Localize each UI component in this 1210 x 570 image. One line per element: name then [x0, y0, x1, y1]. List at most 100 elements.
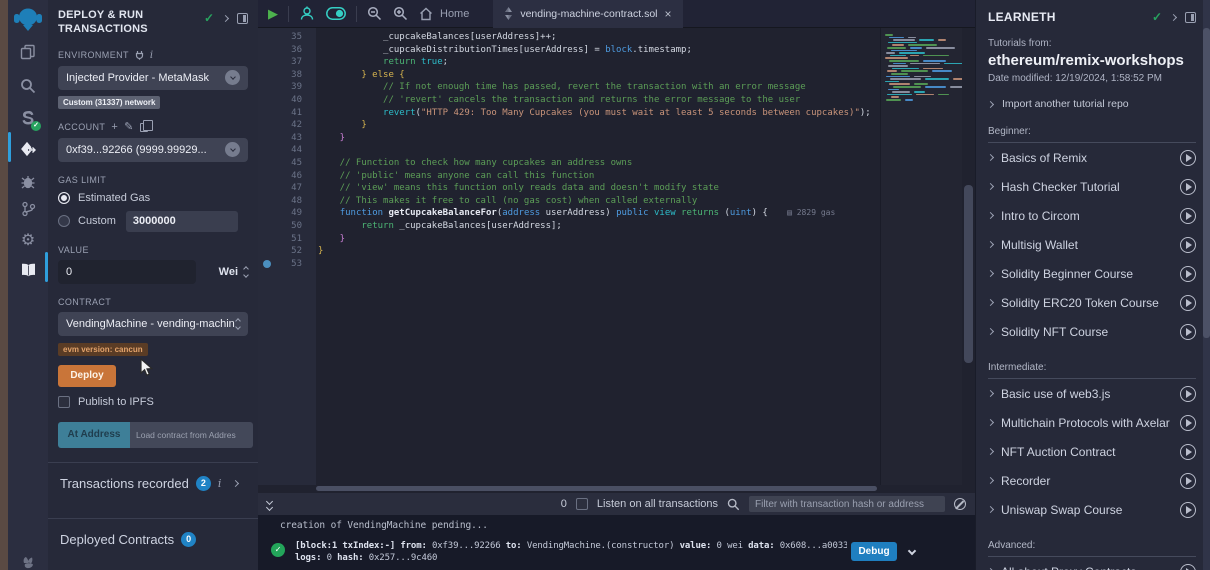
play-icon[interactable]: [1180, 295, 1196, 311]
deploy-button[interactable]: Deploy: [58, 365, 116, 387]
line-number[interactable]: 37: [258, 56, 316, 69]
custom-gas-radio[interactable]: [58, 215, 70, 227]
code-line[interactable]: // This makes it free to call (no gas co…: [318, 195, 880, 208]
expand-tx-icon[interactable]: [909, 547, 915, 557]
tutorial-item[interactable]: Recorder: [988, 466, 1196, 495]
contract-spinner-icon[interactable]: [236, 319, 240, 329]
chevron-right-icon[interactable]: [232, 479, 239, 486]
transaction-log-row[interactable]: ✓ [block:1 txIndex:-] from: 0xf39...9226…: [266, 540, 967, 564]
scrollbar-thumb[interactable]: [1203, 28, 1210, 338]
learneth-scrollbar[interactable]: [1203, 0, 1210, 570]
editor-vertical-scrollbar[interactable]: [962, 28, 975, 485]
scrollbar-thumb[interactable]: [316, 486, 877, 491]
listen-checkbox[interactable]: [576, 498, 588, 510]
tutorial-item[interactable]: Basic use of web3.js: [988, 379, 1196, 408]
debug-button[interactable]: Debug: [851, 542, 897, 561]
remix-ai-icon[interactable]: [299, 6, 315, 21]
line-number[interactable]: 44: [258, 144, 316, 157]
code-line[interactable]: [318, 258, 880, 271]
plug-icon[interactable]: [135, 50, 144, 60]
plugin-manager-icon[interactable]: ⚙: [8, 226, 48, 254]
line-number[interactable]: 39: [258, 81, 316, 94]
estimated-gas-radio[interactable]: [58, 192, 70, 204]
account-select[interactable]: 0xf39...92266 (9999.99929...: [58, 138, 248, 162]
deployed-contracts-row[interactable]: Deployed Contracts 0: [58, 519, 248, 560]
tutorial-item[interactable]: Hash Checker Tutorial: [988, 172, 1196, 201]
environment-dropdown-icon[interactable]: [225, 70, 240, 85]
clear-console-icon[interactable]: [954, 498, 966, 510]
contract-select[interactable]: VendingMachine - vending-machin: [58, 312, 248, 336]
edit-icon[interactable]: ✎: [124, 122, 134, 133]
custom-gas-input[interactable]: 3000000: [126, 211, 238, 232]
terminal-filter-input[interactable]: [749, 496, 945, 512]
line-number[interactable]: 45: [258, 157, 316, 170]
play-icon[interactable]: [1180, 237, 1196, 253]
line-number[interactable]: 51: [258, 233, 316, 246]
play-icon[interactable]: [1180, 324, 1196, 340]
terminal-output[interactable]: creation of VendingMachine pending... ✓ …: [258, 515, 975, 570]
home-label[interactable]: Home: [440, 8, 469, 20]
code-line[interactable]: }: [318, 245, 880, 258]
line-number[interactable]: 36: [258, 44, 316, 57]
info-icon[interactable]: i: [150, 50, 154, 61]
code-line[interactable]: // Function to check how many cupcakes a…: [318, 157, 880, 170]
debugger-icon[interactable]: [8, 168, 48, 196]
code-line[interactable]: // If not enough time has passed, revert…: [318, 81, 880, 94]
at-address-button[interactable]: At Address: [58, 422, 130, 448]
transactions-recorded-row[interactable]: Transactions recorded 2 i: [58, 463, 248, 504]
home-icon[interactable]: [419, 7, 433, 21]
zoom-in-icon[interactable]: [393, 6, 408, 21]
play-icon[interactable]: [1180, 444, 1196, 460]
code-line[interactable]: [318, 144, 880, 157]
line-number[interactable]: 53: [258, 258, 316, 271]
code-line[interactable]: // 'public' means anyone can call this f…: [318, 170, 880, 183]
git-icon[interactable]: [8, 195, 48, 223]
tutorial-item[interactable]: Intro to Circom: [988, 201, 1196, 230]
tutorial-item[interactable]: All about Proxy Contracts: [988, 557, 1196, 570]
publish-ipfs-checkbox[interactable]: [58, 396, 70, 408]
tutorial-item[interactable]: NFT Auction Contract: [988, 437, 1196, 466]
play-icon[interactable]: [1180, 266, 1196, 282]
chevron-right-icon[interactable]: [1170, 13, 1177, 20]
line-number[interactable]: 35: [258, 31, 316, 44]
play-icon[interactable]: [1180, 386, 1196, 402]
play-icon[interactable]: [1180, 564, 1196, 570]
environment-select[interactable]: Injected Provider - MetaMask: [58, 66, 248, 90]
search-icon[interactable]: [8, 72, 48, 100]
tutorial-item[interactable]: Multisig Wallet: [988, 230, 1196, 259]
play-icon[interactable]: [1180, 502, 1196, 518]
code-line[interactable]: // 'revert' cancels the transaction and …: [318, 94, 880, 107]
code-line[interactable]: } else {: [318, 69, 880, 82]
line-number[interactable]: 48: [258, 195, 316, 208]
account-dropdown-icon[interactable]: [225, 142, 240, 157]
line-number[interactable]: 41: [258, 107, 316, 120]
info-icon[interactable]: i: [218, 477, 222, 490]
scrollbar-thumb[interactable]: [964, 185, 973, 363]
editor-horizontal-scrollbar[interactable]: [258, 485, 975, 493]
hand-icon[interactable]: [8, 548, 48, 570]
code-line[interactable]: }: [318, 132, 880, 145]
run-script-icon[interactable]: ▶: [268, 7, 278, 20]
play-icon[interactable]: [1180, 179, 1196, 195]
tutorial-item[interactable]: Solidity NFT Course: [988, 317, 1196, 346]
play-icon[interactable]: [1180, 473, 1196, 489]
code-line[interactable]: return _cupcakeBalances[userAddress];: [318, 220, 880, 233]
unit-spinner-icon[interactable]: [244, 267, 248, 277]
value-input[interactable]: 0: [58, 260, 196, 284]
tutorial-item[interactable]: Solidity ERC20 Token Course: [988, 288, 1196, 317]
zoom-out-icon[interactable]: [367, 6, 382, 21]
play-icon[interactable]: [1180, 150, 1196, 166]
deploy-run-icon[interactable]: [8, 136, 48, 164]
line-number[interactable]: 40: [258, 94, 316, 107]
code-lines[interactable]: _cupcakeBalances[userAddress]++; _cupcak…: [316, 28, 880, 485]
import-repo-row[interactable]: Import another tutorial repo: [988, 98, 1210, 110]
collapse-terminal-icon[interactable]: [267, 499, 272, 510]
code-line[interactable]: return true;: [318, 56, 880, 69]
code-line[interactable]: function getCupcakeBalanceFor(address us…: [318, 207, 880, 220]
line-number[interactable]: 46: [258, 170, 316, 183]
solidity-compiler-icon[interactable]: ✓: [8, 104, 48, 132]
line-number[interactable]: 49: [258, 207, 316, 220]
line-number[interactable]: 38: [258, 69, 316, 82]
code-line[interactable]: }: [318, 233, 880, 246]
tutorial-item[interactable]: Basics of Remix: [988, 143, 1196, 172]
